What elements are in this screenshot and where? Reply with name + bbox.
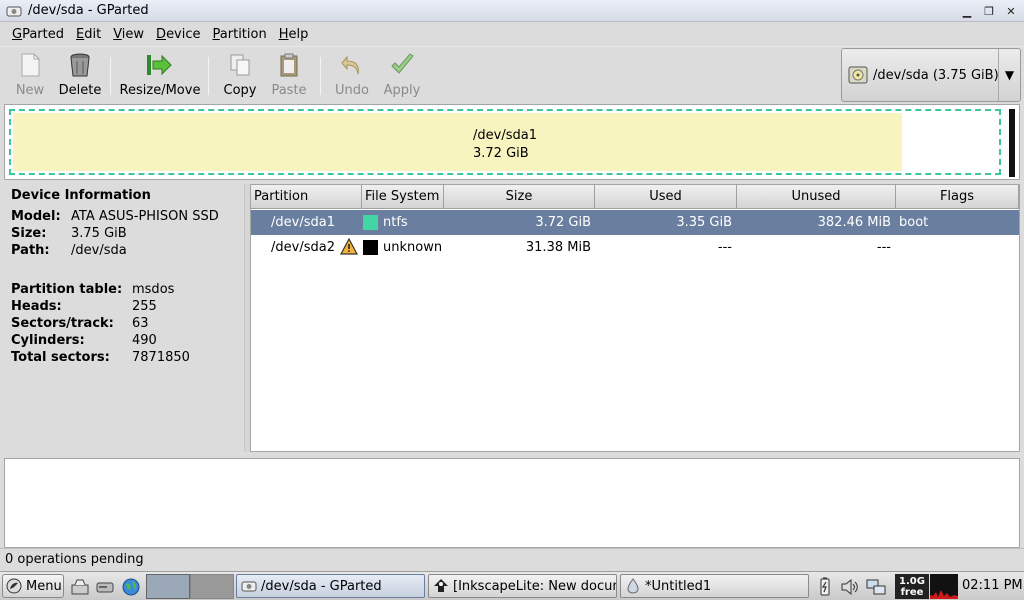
pending-operations-list: [4, 458, 1020, 548]
column-header-flags[interactable]: Flags: [896, 185, 1019, 209]
close-icon[interactable]: ✕: [1002, 2, 1020, 20]
cell-unused: ---: [876, 240, 891, 255]
trash-icon: [70, 53, 90, 77]
column-header-unused[interactable]: Unused: [737, 185, 896, 209]
table-header: Partition File System Size Used Unused F…: [251, 185, 1019, 209]
cell-filesystem: unknown: [383, 240, 443, 255]
clipboard-icon: [280, 53, 298, 77]
minimize-icon[interactable]: ▁: [958, 2, 976, 20]
column-header-filesystem[interactable]: File System: [362, 185, 444, 209]
start-menu-button[interactable]: Menu: [2, 574, 64, 598]
window-controls: ▁ ❐ ✕: [958, 2, 1020, 20]
menu-partition[interactable]: Partition: [207, 27, 273, 42]
menu-gparted[interactable]: GParted: [6, 27, 70, 42]
cell-size: 3.72 GiB: [535, 215, 591, 230]
column-header-partition[interactable]: Partition: [251, 185, 362, 209]
menu-bar: GParted Edit View Device Partition Help: [0, 22, 1024, 46]
partition-table: Partition File System Size Used Unused F…: [250, 184, 1020, 452]
cell-flags: boot: [899, 215, 929, 230]
menu-view[interactable]: View: [107, 27, 150, 42]
device-info-panel: Device Information Model: ATA ASUS-PHISON…: [4, 184, 246, 452]
cell-filesystem: ntfs: [383, 215, 408, 230]
resize-arrow-icon: [147, 54, 172, 76]
device-selector[interactable]: /dev/sda (3.75 GiB) ▼: [841, 48, 1021, 102]
document-task-icon: [627, 578, 639, 594]
copy-icon: [230, 54, 250, 76]
cpu-monitor-graph[interactable]: [930, 574, 958, 599]
gparted-task-icon: [241, 581, 257, 592]
menu-edit[interactable]: Edit: [70, 27, 107, 42]
info-total-sectors: Total sectors: 7871850: [11, 350, 190, 365]
workspace-1[interactable]: [146, 574, 190, 599]
cell-partition: /dev/sda2: [271, 240, 335, 255]
cell-size: 31.38 MiB: [525, 240, 591, 255]
gparted-app-icon: [6, 6, 22, 16]
copy-button[interactable]: Copy: [220, 49, 260, 101]
filesystem-color-swatch: [363, 240, 378, 255]
title-bar: /dev/sda - GParted ▁ ❐ ✕: [0, 0, 1024, 22]
toolbar-separator: [208, 57, 209, 95]
info-cylinders: Cylinders: 490: [11, 333, 157, 348]
graph-partition-size: 3.72 GiB: [473, 146, 529, 161]
info-sectors-track: Sectors/track: 63: [11, 316, 149, 331]
partition-graph: /dev/sda1 3.72 GiB: [4, 104, 1020, 180]
cell-used: ---: [717, 240, 732, 255]
memory-monitor[interactable]: 1.0G free: [895, 574, 929, 599]
drive-icon[interactable]: [95, 577, 115, 597]
warning-icon: [340, 238, 358, 255]
status-text: 0 operations pending: [5, 552, 144, 567]
battery-icon[interactable]: [815, 577, 835, 597]
menu-help[interactable]: Help: [273, 27, 315, 42]
info-path: Path:/dev/sda: [11, 243, 127, 258]
filesystem-color-swatch: [363, 215, 378, 230]
new-button[interactable]: New: [10, 49, 50, 101]
clock: 02:11 PM: [962, 578, 1023, 593]
menu-device[interactable]: Device: [150, 27, 206, 42]
info-partition-table: Partition table: msdos: [11, 282, 175, 297]
cell-partition: /dev/sda1: [271, 215, 335, 230]
toolbar-separator: [320, 57, 321, 95]
column-header-used[interactable]: Used: [595, 185, 737, 209]
menu-logo-icon: [6, 578, 22, 594]
table-row[interactable]: /dev/sda1 ntfs 3.72 GiB 3.35 GiB 382.46 …: [251, 210, 1019, 235]
hard-disk-icon: [848, 66, 868, 84]
task-inkscape[interactable]: [InkscapeLite: New docum: [428, 574, 617, 598]
device-selector-value: /dev/sda (3.75 GiB): [873, 67, 999, 83]
graph-partition-name: /dev/sda1: [473, 128, 537, 143]
graph-unallocated-marker: [1009, 109, 1015, 177]
undo-arrow-icon: [341, 55, 359, 75]
resize-move-button[interactable]: Resize/Move: [118, 49, 202, 101]
volume-icon[interactable]: [840, 577, 860, 597]
graph-used-fill: [13, 113, 903, 171]
paste-button[interactable]: Paste: [268, 49, 310, 101]
info-heads: Heads: 255: [11, 299, 157, 314]
cell-unused: 382.46 MiB: [817, 215, 891, 230]
graph-partition-label: /dev/sda1 3.72 GiB: [473, 127, 537, 163]
info-model: Model: ATA ASUS-PHISON SSD: [11, 209, 219, 224]
task-untitled[interactable]: *Untitled1: [620, 574, 809, 598]
file-manager-icon[interactable]: [70, 577, 90, 597]
column-header-size[interactable]: Size: [444, 185, 595, 209]
web-browser-icon[interactable]: [121, 577, 141, 597]
inkscape-task-icon: [434, 579, 448, 592]
device-info-heading: Device Information: [11, 188, 151, 203]
toolbar-separator: [110, 57, 111, 95]
undo-button[interactable]: Undo: [332, 49, 372, 101]
new-document-icon: [21, 53, 40, 77]
taskbar: Menu /dev/sda - GParted [InkscapeLite: N…: [0, 571, 1024, 600]
graph-partition-sda1[interactable]: /dev/sda1 3.72 GiB: [9, 109, 1001, 175]
window-title: /dev/sda - GParted: [28, 3, 149, 18]
network-icon[interactable]: [866, 577, 886, 597]
dropdown-arrow-icon[interactable]: ▼: [998, 49, 1020, 101]
delete-button[interactable]: Delete: [56, 49, 104, 101]
maximize-icon[interactable]: ❐: [980, 2, 998, 20]
table-row[interactable]: /dev/sda2 unknown 31.38 MiB --- ---: [251, 235, 1019, 260]
apply-button[interactable]: Apply: [380, 49, 424, 101]
task-gparted[interactable]: /dev/sda - GParted: [236, 574, 425, 598]
workspace-2[interactable]: [190, 574, 234, 599]
checkmark-icon: [391, 53, 414, 74]
info-size: Size: 3.75 GiB: [11, 226, 127, 241]
status-bar: 0 operations pending: [0, 548, 1024, 570]
cell-used: 3.35 GiB: [676, 215, 732, 230]
